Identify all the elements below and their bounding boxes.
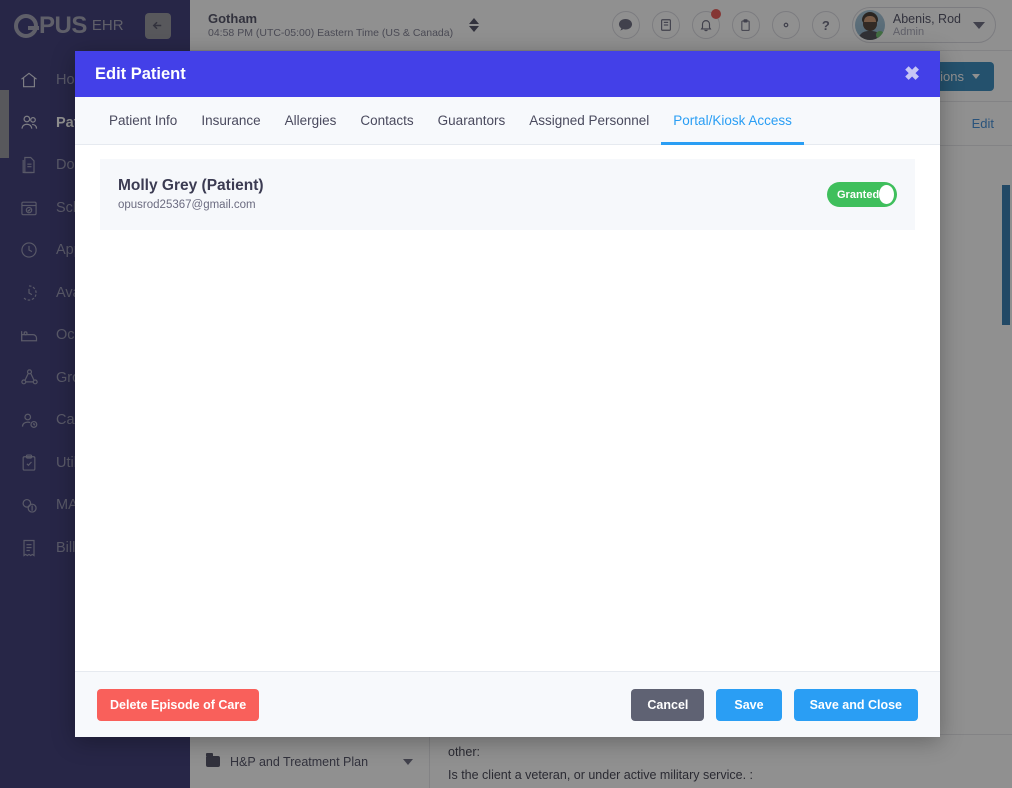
cancel-button[interactable]: Cancel [631,688,705,721]
tab-allergies[interactable]: Allergies [273,97,349,144]
tab-label: Contacts [360,113,414,128]
tab-insurance[interactable]: Insurance [189,97,272,144]
tab-label: Insurance [201,113,261,128]
tab-portal-kiosk-access[interactable]: Portal/Kiosk Access [661,97,804,145]
patient-email: opusrod25367@gmail.com [118,199,256,211]
app-root: Gotham 04:58 PM (UTC-05:00) Eastern Time… [0,0,1012,788]
toggle-label: Granted [837,188,880,201]
modal-body: Molly Grey (Patient) opusrod25367@gmail.… [75,145,940,671]
edit-patient-modal: Edit Patient ✖ Patient Info Insurance Al… [75,51,940,737]
save-button[interactable]: Save [716,688,782,721]
tab-patient-info[interactable]: Patient Info [97,97,189,144]
patient-name: Molly Grey (Patient) [118,177,264,194]
tab-label: Allergies [284,113,337,128]
tab-assigned-personnel[interactable]: Assigned Personnel [517,97,661,144]
tab-label: Guarantors [437,113,506,128]
modal-tab-bar: Patient Info Insurance Allergies Contact… [75,97,940,145]
save-and-close-button[interactable]: Save and Close [793,688,918,721]
tab-contacts[interactable]: Contacts [348,97,425,144]
modal-title: Edit Patient [95,64,186,83]
delete-episode-of-care-button[interactable]: Delete Episode of Care [97,688,260,721]
modal-footer: Delete Episode of Care Cancel Save Save … [75,671,940,737]
tab-label: Assigned Personnel [529,113,650,128]
modal-header: Edit Patient ✖ [75,51,940,97]
tab-guarantors[interactable]: Guarantors [426,97,518,144]
portal-access-identity: Molly Grey (Patient) opusrod25367@gmail.… [118,175,264,214]
toggle-knob [879,185,894,204]
portal-access-toggle[interactable]: Granted [827,182,897,207]
close-icon[interactable]: ✖ [904,65,920,84]
tab-label: Patient Info [109,113,178,128]
portal-access-row: Molly Grey (Patient) opusrod25367@gmail.… [100,159,915,230]
footer-actions: Cancel Save Save and Close [631,688,918,721]
tab-label: Portal/Kiosk Access [673,113,792,128]
